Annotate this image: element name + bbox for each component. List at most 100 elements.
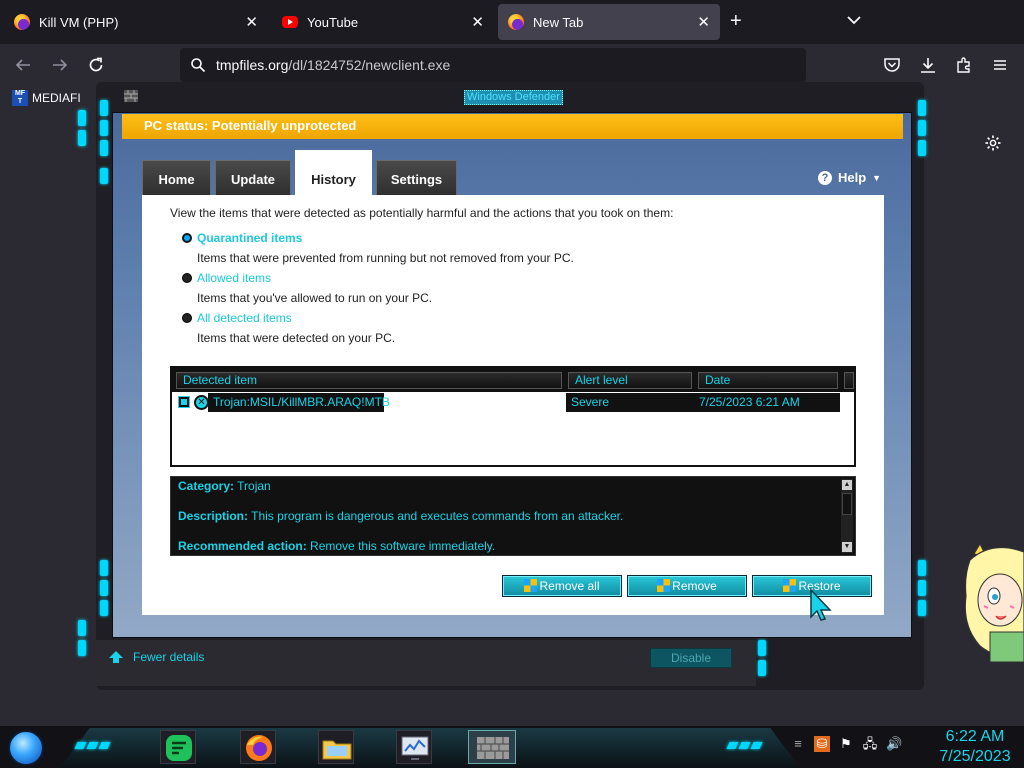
column-detected-item[interactable]: Detected item: [176, 372, 562, 389]
start-button[interactable]: [8, 730, 44, 766]
extensions-icon[interactable]: [955, 56, 973, 74]
frame-accent: [78, 640, 86, 656]
option-allowed-label[interactable]: Allowed items: [197, 271, 271, 285]
option-quarantined-label[interactable]: Quarantined items: [197, 231, 302, 245]
frame-accent: [918, 560, 926, 576]
taskbar-clock[interactable]: 6:22 AM 7/25/2023: [930, 727, 1020, 767]
tab-new-tab[interactable]: New Tab ✕: [498, 4, 720, 40]
frame-accent: [100, 580, 108, 596]
tab-strip: Kill VM (PHP) ✕ YouTube ✕ New Tab ✕ +: [0, 0, 1024, 44]
menu-hamburger-icon[interactable]: [991, 56, 1009, 74]
taskbar-app-monitor[interactable]: [396, 730, 432, 764]
chevron-down-icon[interactable]: [846, 12, 862, 28]
search-icon: [191, 58, 206, 73]
taskbar-app-notes[interactable]: [160, 730, 196, 764]
item-details: Category: Trojan Description: This progr…: [170, 476, 856, 556]
detail-recommended-action: Recommended action: Remove this software…: [178, 539, 496, 553]
close-icon[interactable]: ✕: [471, 13, 484, 31]
status-text: PC status: Potentially unprotected: [144, 118, 357, 133]
close-icon[interactable]: ✕: [245, 13, 258, 31]
bookmark-mediafire[interactable]: MF T MEDIAFI: [12, 90, 81, 106]
new-tab-plus-icon[interactable]: +: [730, 10, 742, 33]
clock-date: 7/25/2023: [939, 748, 1011, 765]
network-icon[interactable]: 🖧: [862, 736, 878, 752]
firefox-icon: [508, 14, 524, 30]
url-bar[interactable]: tmpfiles.org/dl/1824752/newclient.exe: [180, 48, 806, 82]
mediafire-icon: MF T: [12, 90, 28, 106]
fewer-details-link[interactable]: Fewer details: [108, 650, 204, 664]
firefox-icon: [246, 735, 272, 761]
tab-youtube[interactable]: YouTube ✕: [272, 4, 494, 40]
system-tray: ≡ ⛁ ⚑ 🖧 🔊: [790, 736, 902, 752]
radio-quarantined[interactable]: [182, 233, 192, 243]
scroll-thumb[interactable]: [842, 493, 852, 515]
tab-history[interactable]: History: [295, 150, 372, 196]
gear-icon[interactable]: [984, 134, 1002, 152]
row-checkbox[interactable]: [178, 396, 190, 408]
help-icon: ?: [818, 170, 832, 185]
help-menu[interactable]: ? Help ▼: [818, 170, 881, 185]
cell-date: 7/25/2023 6:21 AM: [694, 393, 840, 412]
column-alert-level[interactable]: Alert level: [568, 372, 692, 389]
taskbar-app-explorer[interactable]: [318, 730, 354, 764]
remove-button[interactable]: Remove: [627, 575, 747, 597]
tab-label: YouTube: [307, 14, 359, 30]
reload-icon[interactable]: [87, 56, 105, 74]
frame-accent: [918, 600, 926, 616]
folder-icon: [322, 740, 352, 760]
detected-items-table: Detected item Alert level Date ✕ Trojan:…: [170, 366, 856, 467]
frame-accent: [78, 620, 86, 636]
details-scrollbar[interactable]: ▲ ▼: [841, 479, 853, 553]
tab-home[interactable]: Home: [142, 160, 211, 196]
frame-accent: [78, 110, 86, 126]
forward-arrow-icon[interactable]: [51, 56, 69, 74]
taskbar-app-defender[interactable]: [468, 730, 516, 764]
close-icon[interactable]: ✕: [697, 13, 710, 31]
frame-accent: [78, 130, 86, 146]
disable-button[interactable]: Disable: [650, 648, 732, 668]
download-icon[interactable]: [919, 56, 937, 74]
frame-accent: [918, 100, 926, 116]
caret-down-icon: ▼: [872, 172, 882, 183]
performance-monitor-icon: [401, 736, 429, 760]
tab-settings[interactable]: Settings: [376, 160, 457, 196]
radio-all-detected[interactable]: [182, 313, 192, 323]
frame-accent: [918, 120, 926, 136]
youtube-icon: [282, 16, 298, 28]
remove-all-button[interactable]: Remove all: [502, 575, 622, 597]
app-tray-icon[interactable]: ⛁: [814, 736, 830, 752]
bookmark-label: MEDIAFI: [32, 91, 81, 105]
frame-accent: [100, 120, 108, 136]
cell-alert-level: Severe: [566, 393, 694, 412]
radio-allowed[interactable]: [182, 273, 192, 283]
pocket-icon[interactable]: [883, 56, 901, 74]
tab-label: Kill VM (PHP): [39, 14, 119, 30]
frame-accent: [918, 140, 926, 156]
threat-icon: ✕: [194, 395, 209, 410]
volume-icon[interactable]: 🔊: [886, 736, 902, 752]
arrow-up-icon: [109, 651, 123, 663]
help-label: Help: [838, 170, 867, 185]
frame-accent: [100, 168, 108, 184]
back-arrow-icon[interactable]: [14, 56, 32, 74]
column-date[interactable]: Date: [698, 372, 838, 389]
scroll-up-arrow-icon[interactable]: ▲: [842, 480, 852, 490]
defender-wall-icon: [477, 737, 509, 759]
detail-description: Description: This program is dangerous a…: [178, 509, 624, 523]
show-hidden-icons-icon[interactable]: ≡: [790, 736, 806, 752]
table-row[interactable]: ✕ Trojan:MSIL/KillMBR.ARAQ!MTB Severe 7/…: [172, 393, 840, 412]
option-all-detected-desc: Items that were detected on your PC.: [197, 331, 396, 345]
flag-icon[interactable]: ⚑: [838, 736, 854, 752]
history-intro: View the items that were detected as pot…: [170, 206, 674, 220]
tab-update[interactable]: Update: [215, 160, 291, 196]
detail-category: Category: Trojan: [178, 479, 271, 493]
option-all-detected-label[interactable]: All detected items: [197, 311, 292, 325]
frame-accent: [758, 660, 766, 676]
taskbar-app-firefox[interactable]: [240, 730, 276, 764]
column-extra: [844, 372, 854, 389]
mouse-cursor-icon: [810, 588, 832, 621]
frame-accent: [100, 140, 108, 156]
scroll-down-arrow-icon[interactable]: ▼: [842, 542, 852, 552]
tab-kill-vm[interactable]: Kill VM (PHP) ✕: [4, 4, 268, 40]
status-bar: PC status: Potentially unprotected: [122, 114, 903, 139]
